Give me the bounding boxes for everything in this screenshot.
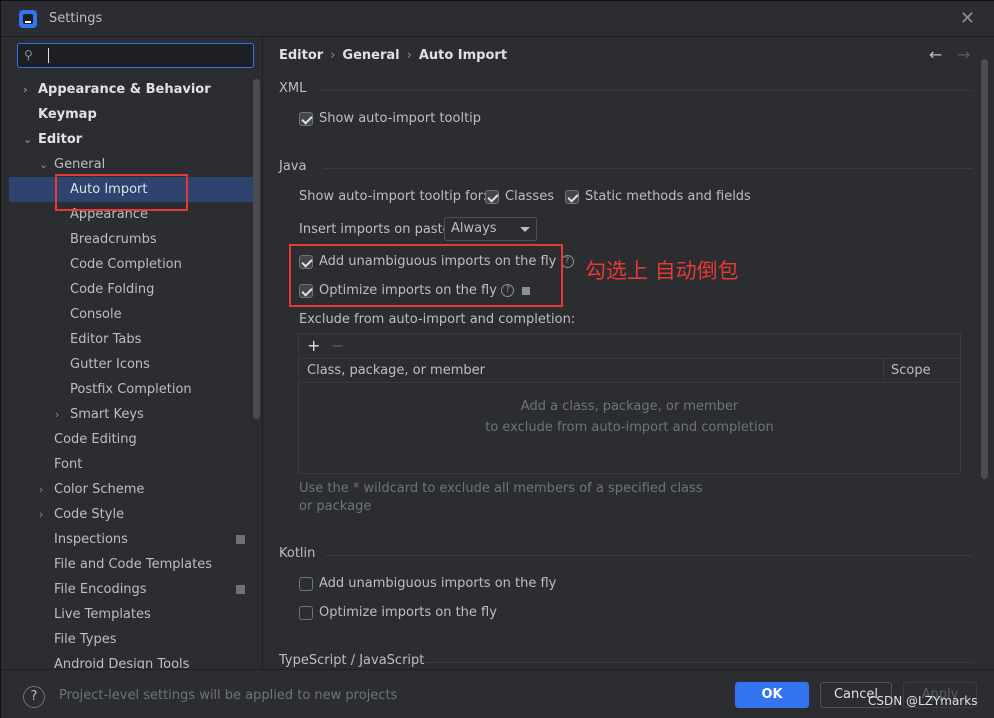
sidebar-item-code-style[interactable]: › Code Style: [9, 502, 259, 527]
sidebar-item-file-encodings[interactable]: File Encodings: [9, 577, 259, 602]
section-divider: [318, 90, 973, 91]
wildcard-hint: Use the * wildcard to exclude all member…: [299, 481, 703, 514]
exclude-label: Exclude from auto-import and completion:: [299, 312, 576, 327]
project-scope-icon: [236, 585, 245, 594]
settings-tree: › Appearance & Behavior Keymap ⌄ Editor ⌄ G…: [9, 77, 259, 677]
sidebar-item-live-templates[interactable]: Live Templates: [9, 602, 259, 627]
sidebar-item-file-types[interactable]: File Types: [9, 627, 259, 652]
sidebar-item-postfix-completion[interactable]: Postfix Completion: [9, 377, 259, 402]
sidebar-item-color-scheme[interactable]: › Color Scheme: [9, 477, 259, 502]
sidebar-item-code-folding[interactable]: Code Folding: [9, 277, 259, 302]
checkbox-checked-icon[interactable]: [485, 190, 499, 204]
chevron-right-icon[interactable]: ›: [23, 77, 28, 102]
settings-window: Settings ✕ ⚲ › Appearance & Behavior Keym…: [0, 0, 994, 718]
settings-content: Editor › General › Auto Import ← → XML Show …: [263, 37, 994, 669]
chevron-down-icon[interactable]: ⌄: [23, 127, 32, 152]
column-header-scope[interactable]: Scope: [891, 363, 931, 378]
sidebar-item-code-completion[interactable]: Code Completion: [9, 252, 259, 277]
chevron-right-icon[interactable]: ›: [39, 477, 43, 502]
back-arrow-icon[interactable]: ←: [929, 45, 942, 64]
column-divider[interactable]: [883, 359, 884, 383]
breadcrumb-general[interactable]: General: [342, 48, 399, 63]
section-title-java: Java: [279, 159, 307, 174]
title-bar: Settings ✕: [1, 1, 994, 37]
dialog-footer: ? Project-level settings will be applied…: [1, 669, 994, 718]
checkbox-unchecked-icon[interactable]: [299, 577, 313, 591]
window-title: Settings: [49, 11, 103, 26]
column-header-class[interactable]: Class, package, or member: [307, 363, 485, 378]
section-divider: [325, 555, 973, 556]
sidebar-item-file-code-templates[interactable]: File and Code Templates: [9, 552, 259, 577]
breadcrumb-separator: ›: [406, 48, 412, 63]
chevron-right-icon[interactable]: ›: [39, 502, 43, 527]
ok-button[interactable]: OK: [735, 682, 809, 708]
annotation-text: 勾选上 自动倒包: [585, 259, 739, 283]
chevron-right-icon[interactable]: ›: [55, 402, 59, 427]
text-cursor: [48, 48, 49, 63]
breadcrumb-separator: ›: [330, 48, 336, 63]
section-title-xml: XML: [279, 81, 307, 96]
sidebar-item-editor-tabs[interactable]: Editor Tabs: [9, 327, 259, 352]
table-toolbar: + −: [299, 334, 960, 359]
dropdown-arrow-icon: [520, 227, 530, 232]
checkbox-checked-icon[interactable]: [565, 190, 579, 204]
content-scrollbar[interactable]: [981, 59, 988, 479]
chevron-down-icon[interactable]: ⌄: [39, 152, 48, 177]
highlight-box-imports: [289, 244, 563, 307]
sidebar-item-appearance-behavior[interactable]: › Appearance & Behavior: [9, 77, 259, 102]
insert-imports-label: Insert imports on paste:: [299, 222, 456, 237]
sidebar-item-font[interactable]: Font: [9, 452, 259, 477]
checkbox-unchecked-icon[interactable]: [299, 606, 313, 620]
section-title-typescript: TypeScript / JavaScript: [279, 653, 425, 668]
sidebar-item-code-editing[interactable]: Code Editing: [9, 427, 259, 452]
search-input[interactable]: ⚲: [17, 43, 254, 68]
footer-note: Project-level settings will be applied t…: [59, 688, 398, 703]
project-scope-icon: [236, 535, 245, 544]
highlight-box-auto-import: [55, 174, 188, 211]
sidebar-item-console[interactable]: Console: [9, 302, 259, 327]
help-button[interactable]: ?: [23, 686, 45, 708]
java-tooltip-for-label: Show auto-import tooltip for:: [299, 189, 488, 204]
settings-sidebar: ⚲ › Appearance & Behavior Keymap ⌄ Editor …: [1, 37, 263, 672]
section-divider: [323, 168, 973, 169]
sidebar-item-breadcrumbs[interactable]: Breadcrumbs: [9, 227, 259, 252]
close-icon[interactable]: ✕: [960, 8, 975, 29]
sidebar-scrollbar[interactable]: [253, 79, 260, 419]
empty-state-line1: Add a class, package, or member: [520, 399, 739, 414]
table-header: Class, package, or member Scope: [299, 359, 960, 383]
exclude-table: + − Class, package, or member Scope Add …: [298, 333, 961, 474]
watermark: CSDN @LZYmarks: [868, 694, 978, 708]
section-title-kotlin: Kotlin: [279, 546, 316, 561]
forward-arrow-icon[interactable]: →: [957, 45, 970, 64]
checkbox-checked-icon[interactable]: [299, 112, 313, 126]
insert-imports-dropdown[interactable]: Always: [444, 217, 537, 241]
breadcrumb: Editor › General › Auto Import: [279, 48, 507, 63]
breadcrumb-editor[interactable]: Editor: [279, 48, 323, 63]
sidebar-item-smart-keys[interactable]: › Smart Keys: [9, 402, 259, 427]
sidebar-item-inspections[interactable]: Inspections: [9, 527, 259, 552]
sidebar-item-keymap[interactable]: Keymap: [9, 102, 259, 127]
intellij-logo-icon: [19, 10, 37, 28]
empty-state-line2: to exclude from auto-import and completi…: [485, 420, 774, 435]
sidebar-item-gutter-icons[interactable]: Gutter Icons: [9, 352, 259, 377]
breadcrumb-auto-import: Auto Import: [418, 48, 508, 63]
add-icon[interactable]: +: [307, 336, 320, 355]
remove-icon[interactable]: −: [331, 336, 344, 355]
section-divider: [423, 662, 973, 663]
search-icon: ⚲: [24, 48, 33, 62]
sidebar-item-editor[interactable]: ⌄ Editor: [9, 127, 259, 152]
